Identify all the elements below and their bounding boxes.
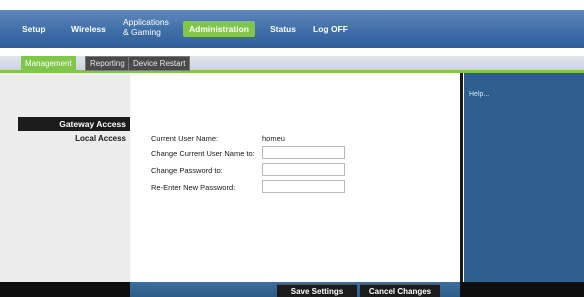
help-panel [463, 73, 584, 282]
nav-wireless[interactable]: Wireless [71, 24, 106, 34]
nav-administration[interactable]: Administration [183, 21, 255, 37]
current-user-value: homeu [262, 134, 285, 143]
nav-applications-line2: & Gaming [123, 27, 161, 37]
nav-applications-gaming[interactable]: Applications & Gaming [123, 17, 169, 37]
change-password-input[interactable] [262, 163, 345, 176]
tab-reporting[interactable]: Reporting [85, 56, 130, 71]
change-password-label: Change Password to: [151, 166, 223, 175]
nav-spacer [0, 48, 584, 56]
nav-status[interactable]: Status [270, 24, 296, 34]
tab-device-restart[interactable]: Device Restart [128, 56, 191, 71]
help-link[interactable]: Help... [469, 91, 489, 98]
tab-management[interactable]: Management [21, 56, 76, 71]
main-content [130, 73, 460, 282]
left-sidebar [0, 73, 130, 282]
sidebar-item-local-access[interactable]: Local Access [18, 134, 130, 143]
nav-setup[interactable]: Setup [22, 24, 46, 34]
reenter-password-input[interactable] [262, 180, 345, 193]
top-nav-bar: Setup Wireless Applications & Gaming Adm… [0, 10, 584, 48]
nav-log-off[interactable]: Log OFF [313, 24, 348, 34]
current-user-label: Current User Name: [151, 134, 219, 143]
change-user-input[interactable] [262, 146, 345, 159]
reenter-password-label: Re-Enter New Password: [151, 183, 236, 192]
change-user-label: Change Current User Name to: [151, 149, 255, 158]
nav-applications-line1: Applications [123, 17, 169, 27]
sidebar-section-title: Gateway Access [18, 117, 130, 131]
cancel-changes-button[interactable]: Cancel Changes [360, 284, 440, 297]
save-settings-button[interactable]: Save Settings [277, 284, 357, 297]
